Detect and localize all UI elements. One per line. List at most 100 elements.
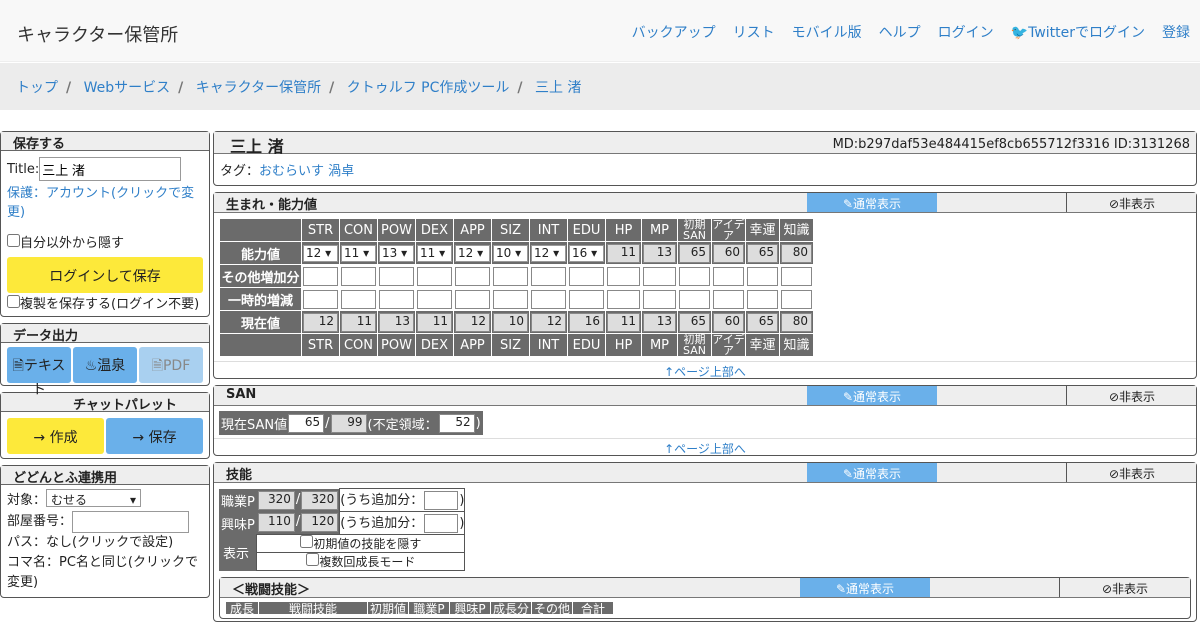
export-onsen-button[interactable]: ♨温泉 xyxy=(73,347,137,383)
stat-value: 12 xyxy=(531,312,566,332)
nav-help[interactable]: ヘルプ xyxy=(879,22,921,42)
brand[interactable]: キャラクター保管所 xyxy=(17,21,178,47)
stats-hide-button[interactable]: ⊘非表示 xyxy=(1066,193,1197,212)
stat-input[interactable] xyxy=(679,289,710,309)
stat-input[interactable] xyxy=(493,289,528,309)
stat-input[interactable] xyxy=(455,266,490,286)
login-save-button[interactable]: ログインして保存 xyxy=(7,257,203,293)
nav-login[interactable]: ログイン xyxy=(938,22,994,42)
stat-input[interactable] xyxy=(643,289,676,309)
stat-input[interactable] xyxy=(643,266,676,286)
palette-save-button[interactable]: → 保存 xyxy=(106,418,203,454)
stat-input[interactable] xyxy=(569,289,604,309)
sidebar: 保存する Title: 保護：アカウント(クリックで変更) 自分以外から隠す ロ… xyxy=(0,131,210,604)
stat-input[interactable] xyxy=(417,266,452,286)
export-pdf-button[interactable]: 🗎PDF xyxy=(139,347,203,383)
stats-header: MP xyxy=(641,218,678,242)
nav-list[interactable]: リスト xyxy=(733,22,775,42)
protect-link[interactable]: 保護：アカウント(クリックで変更) xyxy=(7,184,203,222)
crumb-top[interactable]: トップ xyxy=(16,80,58,96)
stat-input[interactable] xyxy=(747,289,778,309)
multi-growth-checkbox[interactable] xyxy=(306,553,320,566)
crumb-storage[interactable]: キャラクター保管所 xyxy=(196,80,321,96)
copy-checkbox[interactable] xyxy=(7,295,20,308)
san-current-input[interactable]: 65 xyxy=(288,413,325,433)
nav-register[interactable]: 登録 xyxy=(1162,22,1190,42)
nav-twitter-login[interactable]: 🐦Twitterでログイン xyxy=(1011,22,1145,42)
crumb-tool[interactable]: クトゥルフ PC作成ツール xyxy=(347,80,510,96)
san-hide-button[interactable]: ⊘非表示 xyxy=(1066,386,1197,405)
pass-link[interactable]: パス：なし(クリックで設定) xyxy=(7,533,203,553)
combat-col-header: 興味P xyxy=(450,602,490,614)
hide-checkbox[interactable] xyxy=(7,234,20,247)
stat-value: 60 xyxy=(713,243,744,263)
stat-select[interactable]: 11 ▾ xyxy=(417,244,452,262)
stats-row-label: その他増加分 xyxy=(219,264,302,288)
stat-input[interactable] xyxy=(781,266,812,286)
stat-select[interactable]: 12 ▾ xyxy=(455,244,490,262)
export-text-button[interactable]: 🗎テキスト xyxy=(7,347,71,398)
combat-title: ＜戦闘技能＞ xyxy=(232,583,311,598)
hobby-add-label: (うち追加分： xyxy=(340,516,424,531)
stat-select[interactable]: 12 ▾ xyxy=(303,244,338,262)
stats-top-link[interactable]: ↑ページ上部へ xyxy=(214,361,1196,379)
stat-select[interactable]: 12 ▾ xyxy=(531,244,566,262)
stat-input[interactable] xyxy=(531,289,566,309)
combat-col-header: 職業P xyxy=(409,602,449,614)
stat-input[interactable] xyxy=(607,266,640,286)
combat-col-header: 戦闘技能 xyxy=(259,602,367,614)
export-box: データ出力 🗎テキスト ♨温泉 🗎PDF xyxy=(0,323,210,398)
hide-initial-checkbox[interactable] xyxy=(300,535,314,548)
stat-input[interactable] xyxy=(781,289,812,309)
stat-input[interactable] xyxy=(455,289,490,309)
stats-corner xyxy=(219,333,302,357)
koma-link[interactable]: コマ名：PC名と同じ(クリックで変更) xyxy=(7,553,203,593)
san-normal-button[interactable]: ✎通常表示 xyxy=(807,386,937,405)
stat-input[interactable] xyxy=(569,266,604,286)
crumb-web[interactable]: Webサービス xyxy=(84,80,171,96)
nav-mobile[interactable]: モバイル版 xyxy=(792,22,862,42)
stat-value: 12 xyxy=(303,312,338,332)
hobby-max: 120 xyxy=(301,513,339,533)
stat-select[interactable]: 16 ▾ xyxy=(569,244,604,262)
stats-normal-button[interactable]: ✎通常表示 xyxy=(807,193,937,212)
target-select[interactable]: むせる ▾ xyxy=(46,489,142,507)
stat-input[interactable] xyxy=(713,289,744,309)
skills-normal-button[interactable]: ✎通常表示 xyxy=(807,463,937,482)
stat-select[interactable]: 11 ▾ xyxy=(341,244,376,262)
crumb-char[interactable]: 三上 渚 xyxy=(535,80,581,96)
stat-select[interactable]: 13 ▾ xyxy=(379,244,414,262)
stats-header: HP xyxy=(605,333,642,357)
pdf-icon: 🗎 xyxy=(151,358,163,374)
stat-input[interactable] xyxy=(531,266,566,286)
stat-input[interactable] xyxy=(303,289,338,309)
stat-input[interactable] xyxy=(493,266,528,286)
job-add-input[interactable] xyxy=(424,491,459,510)
stat-input[interactable] xyxy=(379,289,414,309)
title-input[interactable] xyxy=(39,157,182,181)
room-input[interactable] xyxy=(72,511,190,533)
stat-input[interactable] xyxy=(303,266,338,286)
combat-col-header: その他 xyxy=(532,602,572,614)
stat-value: 65 xyxy=(679,243,710,263)
stat-input[interactable] xyxy=(713,266,744,286)
combat-normal-button[interactable]: ✎通常表示 xyxy=(800,578,930,597)
stat-input[interactable] xyxy=(417,289,452,309)
combat-col-header: 初期値 xyxy=(368,602,408,614)
skills-hide-button[interactable]: ⊘非表示 xyxy=(1066,463,1197,482)
stat-input[interactable] xyxy=(747,266,778,286)
stat-input[interactable] xyxy=(341,266,376,286)
tags-link[interactable]: おむらいす 渦卓 xyxy=(259,164,354,179)
stat-select[interactable]: 10 ▾ xyxy=(493,244,528,262)
stat-input[interactable] xyxy=(679,266,710,286)
palette-create-button[interactable]: → 作成 xyxy=(7,418,104,454)
stats-corner xyxy=(219,218,302,242)
stat-input[interactable] xyxy=(379,266,414,286)
combat-hide-button[interactable]: ⊘非表示 xyxy=(1059,578,1190,597)
stat-input[interactable] xyxy=(607,289,640,309)
san-top-link[interactable]: ↑ページ上部へ xyxy=(214,438,1196,456)
hobby-add-input[interactable] xyxy=(424,514,459,533)
nav-backup[interactable]: バックアップ xyxy=(632,22,716,42)
stat-input[interactable] xyxy=(341,289,376,309)
stats-section: 生まれ・能力値 ✎通常表示 ⊘非表示 STR CON POW DEX APP SIZ INT ED… xyxy=(213,192,1197,379)
